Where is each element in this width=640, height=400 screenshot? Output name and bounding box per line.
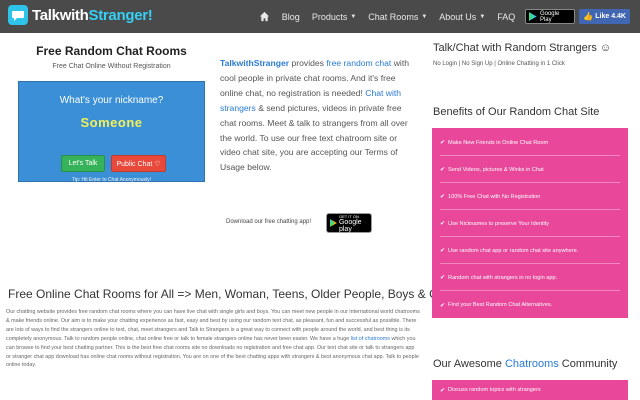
- google-play-nav-label: Google Play: [539, 10, 560, 23]
- benefit-item: ✔ Use random chat app or random chat site…: [440, 238, 620, 264]
- public-chat-button[interactable]: Public Chat ♡: [111, 155, 166, 172]
- chat-bubble-icon: [8, 5, 28, 25]
- nav-about-us-label: About Us: [439, 11, 477, 22]
- facebook-like-label: Like 4.4K: [595, 13, 626, 20]
- check-icon: ✔: [440, 221, 446, 227]
- benefit-item: ✔ Make New Friends in Online Chat Room: [440, 130, 620, 156]
- section-title-chat-rooms: Free Online Chat Rooms for All => Men, W…: [8, 287, 458, 301]
- benefit-item: ✔ Use Nicknames to preserve Your Identity: [440, 211, 620, 237]
- chatrooms-link[interactable]: Chatrooms: [505, 358, 559, 370]
- community-text: Discuss random topics with strangers: [448, 387, 541, 393]
- intro-text-3: & send pictures, videos in private free …: [220, 102, 408, 173]
- nickname-panel: What's your nickname? Let's Talk Public …: [18, 81, 205, 183]
- google-play-big-text: Google play: [338, 218, 362, 233]
- check-icon: ✔: [440, 248, 446, 254]
- nickname-input[interactable]: [25, 110, 198, 135]
- logo-text-part2: Stranger!: [88, 6, 153, 24]
- nav-chat-rooms-label: Chat Rooms: [368, 11, 419, 22]
- check-icon: ✔: [440, 387, 446, 394]
- home-icon[interactable]: [253, 0, 276, 33]
- check-icon: ✔: [440, 275, 446, 281]
- benefit-text: Use random chat app or random chat site …: [448, 247, 579, 254]
- benefit-text: Send Videos, pictures & Winks in Chat: [448, 166, 544, 173]
- community-title-a: Our Awesome: [433, 358, 505, 370]
- play-triangle-icon: [330, 219, 337, 227]
- benefit-item: ✔ Random chat with strangers in no login …: [440, 265, 620, 291]
- nav-products-label: Products: [311, 11, 348, 22]
- nav-blog[interactable]: Blog: [276, 0, 306, 33]
- chevron-down-icon: ▼: [479, 13, 486, 20]
- nav-menu: Blog Products ▼ Chat Rooms ▼ About Us ▼ FAQ…: [253, 0, 640, 33]
- benefit-item: ✔ Send Videos, pictures & Winks in Chat: [440, 157, 620, 183]
- left-card-subtitle: Free Chat Online Without Registration: [52, 63, 171, 70]
- free-random-chat-link[interactable]: free random chat: [326, 58, 391, 68]
- chevron-down-icon: ▼: [350, 13, 357, 20]
- benefits-title: Benefits of Our Random Chat Site: [433, 106, 600, 118]
- benefit-text: Use Nicknames to preserve Your Identity: [448, 220, 550, 227]
- community-title: Our Awesome Chatrooms Community: [433, 358, 617, 370]
- nav-chat-rooms[interactable]: Chat Rooms ▼: [362, 0, 433, 33]
- intro-text-1: provides: [289, 58, 327, 68]
- logo-text-part1: Talkwith: [32, 6, 89, 24]
- right-title: Talk/Chat with Random Strangers ☺: [433, 42, 612, 54]
- thumbs-up-icon: 👍: [583, 12, 594, 21]
- check-icon: ✔: [440, 140, 446, 146]
- facebook-like-button[interactable]: 👍 Like 4.4K: [579, 9, 630, 24]
- intro-brand-link[interactable]: TalkwithStranger: [220, 58, 289, 68]
- benefits-panel: ✔ Make New Friends in Online Chat Room ✔ S…: [432, 128, 628, 318]
- check-icon: ✔: [440, 302, 446, 309]
- nav-products[interactable]: Products ▼: [306, 0, 362, 33]
- community-item: ✔ Discuss random topics with strangers: [440, 380, 620, 400]
- benefit-item: ✔ Find your Best Random Chat Alternatives…: [440, 292, 620, 318]
- nav-faq-label: FAQ: [497, 11, 516, 22]
- google-play-badge-text: GET IT ON Google play: [339, 214, 368, 233]
- left-card-title: Free Random Chat Rooms: [36, 44, 187, 58]
- top-navbar: TalkwithStranger! Blog Products ▼ Chat Ro…: [0, 0, 640, 33]
- nav-faq[interactable]: FAQ: [491, 0, 521, 33]
- site-logo[interactable]: TalkwithStranger!: [8, 5, 153, 25]
- benefit-text: 100% Free Chat with No Registration: [448, 193, 541, 200]
- logo-text: TalkwithStranger!: [32, 6, 153, 24]
- check-icon: ✔: [440, 194, 446, 200]
- download-app-text: Download our free chatting app!: [226, 219, 312, 225]
- nickname-tip: Tip: Hit Enter to Chat Anonymously!: [71, 177, 152, 183]
- benefit-text: Find your Best Random Chat Alternatives.: [448, 302, 553, 308]
- lets-talk-button[interactable]: Let's Talk: [61, 155, 105, 172]
- chevron-down-icon: ▼: [421, 13, 428, 20]
- nav-about-us[interactable]: About Us ▼: [433, 0, 491, 33]
- intro-paragraph: TalkwithStranger provides free random ch…: [220, 56, 410, 175]
- list-of-chatrooms-link[interactable]: list of chatrooms: [351, 336, 390, 342]
- right-subtitle: No Login | No Sign Up | Online Chatting …: [433, 61, 565, 67]
- google-play-nav-button[interactable]: Google Play: [525, 9, 576, 24]
- play-triangle-icon: [529, 12, 537, 21]
- nav-blog-label: Blog: [281, 11, 300, 22]
- benefit-item: ✔ 100% Free Chat with No Registration: [440, 184, 620, 210]
- section-paragraph: Our chatting website provides free rando…: [6, 308, 420, 370]
- check-icon: ✔: [440, 167, 446, 173]
- community-panel: ✔ Discuss random topics with strangers: [432, 380, 628, 400]
- community-title-b: Community: [558, 358, 618, 370]
- benefit-text: Random chat with strangers in no login a…: [448, 274, 558, 281]
- benefit-text: Make New Friends in Online Chat Room: [448, 139, 549, 146]
- google-play-badge[interactable]: GET IT ON Google play: [326, 213, 372, 233]
- nickname-prompt: What's your nickname?: [59, 95, 164, 106]
